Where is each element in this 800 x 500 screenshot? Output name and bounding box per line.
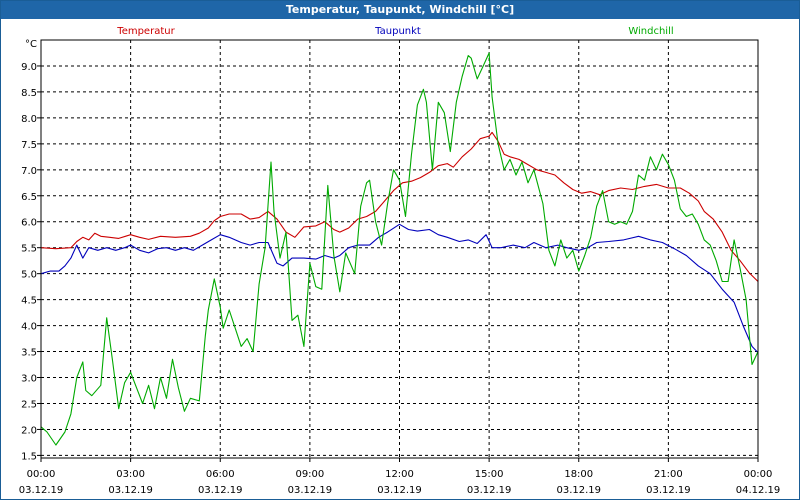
x-tick-time: 06:00 [206,469,235,480]
y-tick-label: 2.0 [21,425,37,436]
legend-windchill: Windchill [628,26,673,37]
y-tick-label: 5.0 [21,270,37,281]
series-line-windchill [40,52,759,446]
y-tick-label: 6.0 [21,218,37,229]
y-tick-label: 1.5 [21,451,37,462]
y-tick-label: 8.5 [21,88,37,99]
x-tick-date: 03.12.19 [198,485,243,496]
y-tick-label: 4.5 [21,296,37,307]
legend-temperatur: Temperatur [116,26,175,37]
x-tick-time: 12:00 [385,469,414,480]
y-tick-label: 8.0 [21,114,37,125]
x-tick-date: 03.12.19 [19,485,64,496]
x-tick-date: 04.12.19 [736,485,781,496]
grid [41,40,758,458]
line-chart: 1.5 2.0 2.5 3.0 3.5 4.0 4.5 5.0 5.5 6.0 6.5 7.0 7.5 8… [19,26,781,496]
x-tick-time: 09:00 [295,469,324,480]
x-tick-time: 15:00 [475,469,504,480]
legend-taupunkt: Taupunkt [374,26,421,37]
x-axis: 00:00 03.12.19 03:00 03.12.19 06:00 03.12.19 0… [19,458,781,496]
series-lines [40,52,759,446]
y-tick-label: 4.0 [21,322,37,333]
x-tick-date: 03.12.19 [288,485,333,496]
y-axis-label: °C [25,39,37,50]
chart-window: Temperatur, Taupunkt, Windchill [°C] 1.5… [0,0,800,500]
x-tick-time: 21:00 [654,469,683,480]
y-axis: 1.5 2.0 2.5 3.0 3.5 4.0 4.5 5.0 5.5 6.0 6.5 7.0 7.5 8… [21,39,41,462]
x-tick-date: 03.12.19 [646,485,691,496]
y-tick-label: 6.5 [21,192,37,203]
y-tick-label: 7.0 [21,166,37,177]
x-tick-time: 00:00 [27,469,56,480]
y-tick-label: 3.5 [21,348,37,359]
legend: Temperatur Taupunkt Windchill [116,26,673,37]
y-tick-label: 5.5 [21,244,37,255]
y-tick-label: 9.0 [21,62,37,73]
y-tick-label: 3.0 [21,374,37,385]
x-tick-date: 03.12.19 [108,485,153,496]
window-title: Temperatur, Taupunkt, Windchill [°C] [1,1,799,19]
y-tick-label: 2.5 [21,399,37,410]
x-tick-date: 03.12.19 [467,485,512,496]
x-tick-time: 00:00 [744,469,773,480]
x-tick-date: 03.12.19 [377,485,422,496]
x-tick-time: 03:00 [116,469,145,480]
x-tick-date: 03.12.19 [556,485,601,496]
x-tick-time: 18:00 [564,469,593,480]
y-tick-label: 7.5 [21,140,37,151]
